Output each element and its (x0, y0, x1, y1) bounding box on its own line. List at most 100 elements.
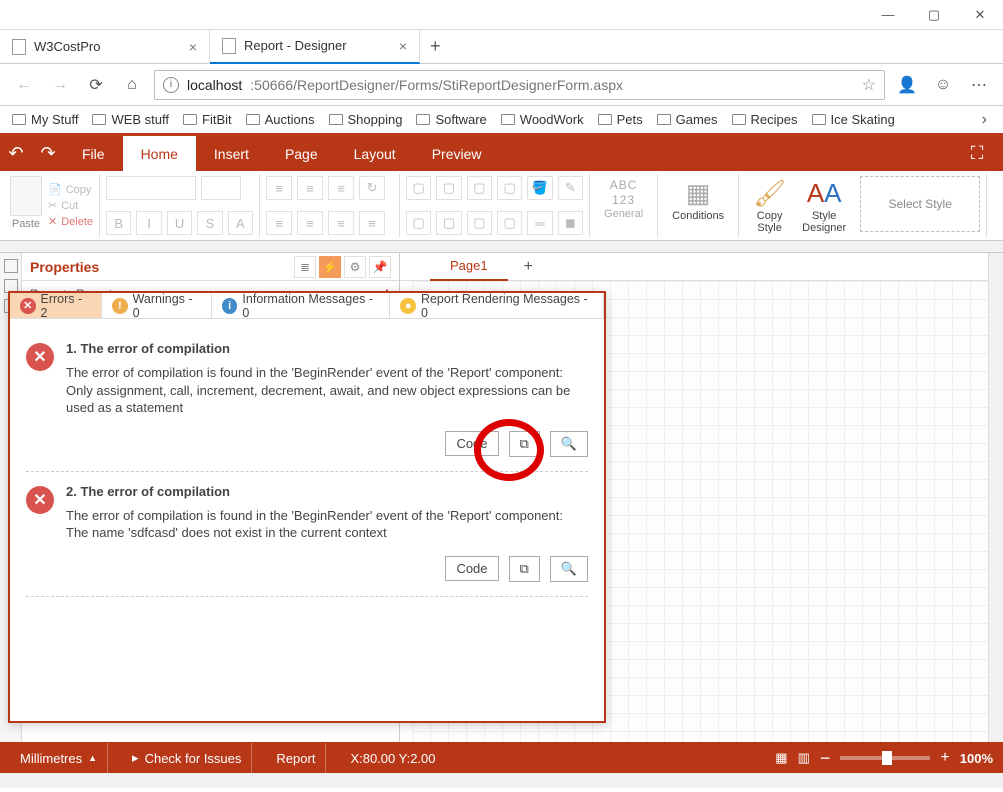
ribbon-tab-layout[interactable]: Layout (336, 136, 414, 171)
fullscreen-button[interactable]: ⛶ (961, 143, 993, 164)
address-bar[interactable]: i localhost:50666/ReportDesigner/Forms/S… (154, 70, 885, 100)
browser-tab[interactable]: Report - Designer × (210, 30, 420, 64)
bookmark-item[interactable]: Auctions (246, 112, 315, 127)
align-justify-button[interactable]: ≡ (359, 211, 385, 235)
properties-view-list-button[interactable]: ≣ (294, 256, 316, 278)
border-top-button[interactable]: ▢ (497, 176, 522, 200)
font-family-dropdown[interactable] (106, 176, 196, 200)
tool-icon[interactable] (4, 259, 18, 273)
ribbon-tab-preview[interactable]: Preview (414, 136, 500, 171)
bookmark-item[interactable]: Recipes (732, 112, 798, 127)
paste-icon[interactable] (10, 176, 42, 216)
browser-tab[interactable]: W3CostPro × (0, 30, 210, 64)
border-inner-button[interactable]: ▢ (436, 211, 461, 235)
more-menu-button[interactable]: ⋯ (965, 71, 993, 99)
errors-tab[interactable]: ✕ Errors - 2 (10, 293, 102, 318)
zoom-slider[interactable] (840, 756, 930, 760)
error-search-button[interactable]: 🔍 (550, 431, 588, 457)
delete-button[interactable]: ✕ Delete (48, 215, 93, 228)
bookmark-item[interactable]: Pets (598, 112, 643, 127)
warnings-tab[interactable]: ! Warnings - 0 (102, 293, 212, 318)
bookmark-item[interactable]: My Stuff (12, 112, 78, 127)
zoom-in-button[interactable]: + (940, 749, 949, 767)
ribbon-tab-insert[interactable]: Insert (196, 136, 267, 171)
view-mode-a-button[interactable]: ▦ (775, 750, 787, 766)
border-left-button[interactable]: ▢ (467, 176, 492, 200)
number-format-button[interactable]: ABC 123 General (596, 176, 651, 222)
error-search-button[interactable]: 🔍 (550, 556, 588, 582)
units-selector[interactable]: Millimetres ▲ (10, 743, 108, 773)
properties-settings-button[interactable]: ⚙ (344, 256, 366, 278)
bookmark-item[interactable]: Ice Skating (812, 112, 895, 127)
border-style-button[interactable]: ═ (527, 211, 552, 235)
ribbon-tab-home[interactable]: Home (123, 136, 196, 171)
info-messages-tab[interactable]: i Information Messages - 0 (212, 293, 391, 318)
profile-icon[interactable]: 👤 (893, 71, 921, 99)
bookmarks-overflow-button[interactable]: › (982, 111, 991, 129)
copy-style-button[interactable]: 🖌 Copy Style (745, 176, 794, 235)
rotate-button[interactable]: ↻ (359, 176, 385, 200)
error-code-button[interactable]: Code (445, 556, 498, 581)
bookmark-item[interactable]: WoodWork (501, 112, 584, 127)
add-page-button[interactable]: + (508, 258, 549, 276)
error-copy-button[interactable]: ⧉ (509, 431, 540, 457)
zoom-slider-thumb[interactable] (882, 751, 892, 765)
properties-pin-button[interactable]: 📌 (369, 256, 391, 278)
site-info-icon[interactable]: i (163, 77, 179, 93)
error-code-button[interactable]: Code (445, 431, 498, 456)
ribbon-tab-page[interactable]: Page (267, 136, 336, 171)
align-middle-button[interactable]: ≡ (297, 176, 323, 200)
check-for-issues-button[interactable]: ▸ Check for Issues (122, 743, 252, 773)
nav-home-button[interactable]: ⌂ (118, 71, 146, 99)
border-all-button[interactable]: ▢ (406, 176, 431, 200)
conditions-button[interactable]: ▦ Conditions (664, 176, 732, 224)
border-right-button[interactable]: ▢ (467, 211, 492, 235)
bookmark-item[interactable]: WEB stuff (92, 112, 169, 127)
align-center-button[interactable]: ≡ (297, 211, 323, 235)
border-bottom-button[interactable]: ▢ (497, 211, 522, 235)
zoom-out-button[interactable]: − (820, 748, 831, 769)
border-outer-button[interactable]: ▢ (406, 211, 431, 235)
align-left-button[interactable]: ≡ (266, 211, 292, 235)
toolbar-scrollbar[interactable] (0, 241, 1003, 253)
nav-refresh-button[interactable]: ⟳ (82, 71, 110, 99)
copy-button[interactable]: 📄 Copy (48, 183, 93, 196)
align-bottom-button[interactable]: ≡ (328, 176, 354, 200)
render-messages-tab[interactable]: ● Report Rendering Messages - 0 (390, 293, 604, 318)
bottom-horizontal-scrollbar[interactable] (0, 773, 1003, 788)
align-top-button[interactable]: ≡ (266, 176, 292, 200)
italic-button[interactable]: I (136, 211, 161, 235)
design-vertical-scrollbar[interactable] (988, 253, 1003, 742)
window-minimize-button[interactable]: — (865, 0, 911, 29)
page-tab[interactable]: Page1 (430, 253, 508, 281)
select-style-dropdown[interactable]: Select Style (860, 176, 980, 232)
border-color-button[interactable]: ✎ (558, 176, 583, 200)
bookmark-item[interactable]: Software (416, 112, 486, 127)
cut-button[interactable]: ✂ Cut (48, 199, 93, 212)
bookmark-item[interactable]: FitBit (183, 112, 232, 127)
feedback-icon[interactable]: ☺ (929, 71, 957, 99)
view-mode-b-button[interactable]: ▥ (798, 750, 810, 766)
nav-forward-button[interactable]: → (46, 71, 74, 99)
fill-color-button[interactable]: 🪣 (527, 176, 552, 200)
font-size-dropdown[interactable] (201, 176, 241, 200)
style-designer-button[interactable]: AA Style Designer (794, 176, 854, 235)
font-color-button[interactable]: A (228, 211, 253, 235)
strikethrough-button[interactable]: S (197, 211, 222, 235)
bookmark-item[interactable]: Games (657, 112, 718, 127)
window-close-button[interactable]: ✕ (957, 0, 1003, 29)
shadow-button[interactable]: ◼ (558, 211, 583, 235)
new-tab-button[interactable]: + (420, 36, 451, 57)
bookmark-item[interactable]: Shopping (329, 112, 403, 127)
underline-button[interactable]: U (167, 211, 192, 235)
border-none-button[interactable]: ▢ (436, 176, 461, 200)
bookmark-star-icon[interactable]: ☆ (862, 75, 876, 95)
properties-events-button[interactable]: ⚡ (319, 256, 341, 278)
tab-close-icon[interactable]: × (189, 39, 197, 55)
window-maximize-button[interactable]: ▢ (911, 0, 957, 29)
undo-button[interactable]: ↶ (0, 136, 32, 171)
tab-close-icon[interactable]: × (399, 38, 407, 54)
align-right-button[interactable]: ≡ (328, 211, 354, 235)
nav-back-button[interactable]: ← (10, 71, 38, 99)
ribbon-tab-file[interactable]: File (64, 136, 123, 171)
